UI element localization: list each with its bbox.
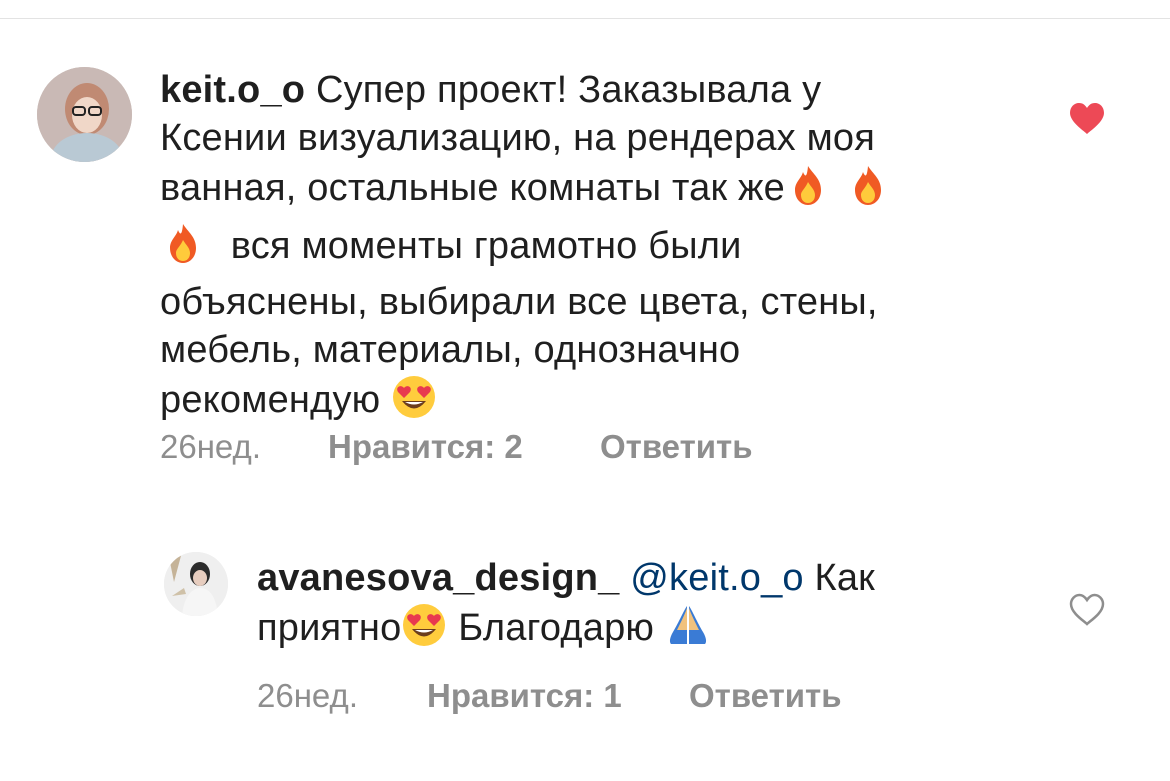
comment-likes[interactable]: Нравится: 1 [427, 677, 622, 715]
avatar[interactable] [164, 552, 228, 616]
comment-text: avanesova_design_ @keit.o_o Как приятно … [257, 554, 1017, 660]
fire-emoji-icon [845, 162, 891, 220]
comment-username[interactable]: keit.o_o [160, 69, 305, 111]
comment-text-line: ванная, остальные комнаты так же [160, 167, 786, 209]
avatar-image [164, 552, 228, 616]
comment-time[interactable]: 26нед. [257, 677, 358, 715]
heart-eyes-emoji-icon [391, 374, 437, 432]
comment-time[interactable]: 26нед. [160, 428, 261, 466]
reply-button[interactable]: Ответить [600, 428, 753, 466]
comment-text-line: Супер проект! Заказывала у [315, 69, 822, 111]
comment-username[interactable]: avanesova_design_ [257, 557, 620, 599]
comment-likes[interactable]: Нравится: 2 [328, 428, 523, 466]
heart-filled-icon [1070, 103, 1104, 134]
reply-button[interactable]: Ответить [689, 677, 842, 715]
folded-hands-emoji-icon [665, 602, 711, 660]
heart-eyes-emoji-icon [401, 602, 447, 660]
comment-text: keit.o_o Супер проект! Заказывала у Ксен… [160, 66, 1040, 432]
comment-text-line: объяснены, выбирали все цвета, стены, [160, 281, 878, 323]
comment-item: keit.o_o Супер проект! Заказывала у Ксен… [0, 0, 1170, 480]
comment-text-line: Благодарю [458, 607, 655, 649]
fire-emoji-icon [785, 162, 831, 220]
comment-text-line: Ксении визуализацию, на рендерах моя [160, 117, 876, 159]
heart-outline-icon [1069, 593, 1105, 626]
comment-text-line: мебель, материалы, однозначно [160, 329, 741, 371]
comment-text-line: приятно [257, 607, 402, 649]
comment-text-line: Как [814, 557, 875, 599]
fire-emoji-icon [160, 220, 206, 278]
like-button[interactable] [1068, 102, 1106, 136]
comment-meta: 26нед. Нравится: 2 Ответить [160, 428, 860, 468]
comment-text-line: рекомендую [160, 379, 381, 421]
avatar[interactable] [37, 67, 132, 162]
like-button[interactable] [1068, 593, 1106, 627]
comment-text-line: вся моменты грамотно были [230, 225, 742, 267]
mention-link[interactable]: @keit.o_o [630, 557, 803, 599]
comment-item: avanesova_design_ @keit.o_o Как приятно … [0, 540, 1170, 770]
comment-meta: 26нед. Нравится: 1 Ответить [257, 677, 957, 717]
avatar-image [37, 67, 132, 162]
